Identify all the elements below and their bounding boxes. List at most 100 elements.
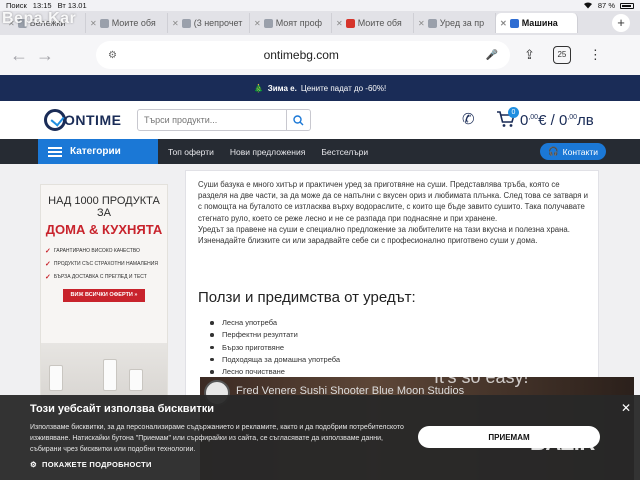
- check-icon: ✓: [45, 248, 51, 255]
- benefit-item: Бързо приготвяне: [210, 342, 340, 354]
- side-banner[interactable]: НАД 1000 ПРОДУКТА ЗА ДОМА & КУХНЯТА ✓ ГАР…: [40, 184, 168, 404]
- url-text: ontimebg.com: [263, 48, 339, 62]
- banner-item-text: ГАРАНТИРАНО ВИСОКО КАЧЕСТВО: [53, 248, 140, 254]
- logo-text: ONTIME: [64, 112, 122, 128]
- share-icon[interactable]: ⇪: [524, 47, 535, 63]
- cookie-text: Използваме бисквитки, за да персонализир…: [30, 424, 404, 453]
- benefit-item: Подходяща за домашна употреба: [210, 354, 340, 366]
- browser-tab[interactable]: ✕ Моят проф: [250, 13, 332, 33]
- status-bar: Поиск 13:15 Вт 13.01 87 %: [0, 0, 640, 11]
- product-shape: [49, 365, 63, 391]
- tab-label: Уред за пр: [439, 18, 485, 28]
- status-right: 87 %: [583, 1, 634, 11]
- address-row: ← → ⚙ ontimebg.com 🎤 ⇪ 25 ⋮: [0, 35, 640, 75]
- status-date: Вт 13.01: [57, 1, 87, 10]
- browser-tab[interactable]: ✕ Моите обя: [332, 13, 414, 33]
- favicon-icon: [181, 18, 191, 28]
- tab-label: Моят проф: [275, 18, 323, 28]
- cart-lv-dec: ,00: [567, 114, 578, 121]
- battery-percent: 87 %: [597, 1, 615, 10]
- nav-link-bestsellers[interactable]: Бестселъри: [321, 147, 368, 157]
- view-all-offers-button[interactable]: ВИЖ ВСИЧКИ ОФЕРТИ »: [63, 289, 145, 302]
- microphone-icon[interactable]: 🎤: [486, 50, 498, 61]
- cookie-title: Този уебсайт използва бисквитки: [30, 403, 214, 415]
- url-field[interactable]: ⚙ ontimebg.com 🎤: [96, 41, 510, 69]
- logo-clock-icon: [44, 109, 66, 131]
- close-icon[interactable]: ✕: [418, 19, 425, 28]
- browser-tab-active[interactable]: ✕ Машина: [496, 13, 578, 33]
- favicon-icon: [427, 18, 437, 28]
- wifi-icon: [583, 1, 593, 11]
- address-actions: ⇪ 25 ⋮: [524, 46, 602, 64]
- cookie-details-label: ПОКАЖЕТЕ ПОДРОБНОСТИ: [42, 460, 152, 469]
- new-tab-button[interactable]: +: [612, 14, 630, 32]
- bazar-logo: BAZ.R: [530, 430, 595, 455]
- description-text: Суши базука е много хитър и практичен ур…: [198, 179, 590, 246]
- status-time: 13:15: [32, 1, 52, 10]
- promo-bar[interactable]: 🎄 Зима е. Цените падат до -60%!: [0, 75, 640, 101]
- tab-label: (3 непрочет: [193, 18, 243, 28]
- contacts-button[interactable]: 🎧 Контакти: [540, 143, 606, 160]
- product-shape: [129, 369, 143, 391]
- cookie-details-link[interactable]: ⚙ ПОКАЖЕТЕ ПОДРОБНОСТИ: [30, 460, 152, 469]
- status-search[interactable]: Поиск: [6, 1, 27, 10]
- search-button[interactable]: [286, 110, 310, 130]
- watermark: Bepa.Kar: [2, 10, 77, 27]
- description-paragraph: Суши базука е много хитър и практичен ур…: [198, 180, 589, 223]
- status-left: Поиск 13:15 Вт 13.01: [6, 1, 87, 10]
- banner-list-item: ✓ БЪРЗА ДОСТАВКА С ПРЕГЛЕД И ТЕСТ: [45, 273, 167, 281]
- video-overlay-text: It's so easy!: [434, 367, 529, 387]
- banner-item-text: БЪРЗА ДОСТАВКА С ПРЕГЛЕД И ТЕСТ: [53, 274, 147, 280]
- banner-line1: НАД 1000 ПРОДУКТА ЗА: [48, 195, 160, 219]
- cart-eur-dec: ,00: [528, 114, 539, 121]
- nav-link-new[interactable]: Нови предложения: [230, 147, 305, 157]
- banner-list-item: ✓ ГАРАНТИРАНО ВИСОКО КАЧЕСТВО: [45, 247, 167, 255]
- banner-line2: ДОМА & КУХНЯТА: [45, 222, 163, 237]
- browser-tab[interactable]: ✕ Моите обя: [86, 13, 168, 33]
- check-icon: ✓: [45, 261, 51, 268]
- tab-label: Машина: [521, 18, 558, 28]
- back-arrow-icon[interactable]: ←: [10, 45, 36, 66]
- hamburger-icon: [48, 146, 62, 157]
- browser-tab[interactable]: ✕ Уред за пр: [414, 13, 496, 33]
- tab-label: Моите обя: [111, 18, 156, 28]
- benefit-item: Лесна употреба: [210, 317, 340, 329]
- banner-list: ✓ ГАРАНТИРАНО ВИСОКО КАЧЕСТВО ✓ ПРОДУКТИ С…: [41, 247, 167, 281]
- favicon-icon: [99, 18, 109, 28]
- benefits-list: Лесна употреба Перфектни резултати Бързо…: [210, 317, 340, 378]
- close-icon[interactable]: ✕: [336, 19, 343, 28]
- close-icon[interactable]: ✕: [254, 19, 261, 28]
- search-icon: [293, 114, 304, 125]
- phone-icon[interactable]: ✆: [462, 110, 475, 128]
- forward-arrow-icon[interactable]: →: [36, 45, 62, 66]
- search-input[interactable]: [138, 115, 286, 125]
- browser-tab[interactable]: ✕ (3 непрочет: [168, 13, 250, 33]
- tab-label: Моите обя: [357, 18, 402, 28]
- site-settings-icon[interactable]: ⚙: [108, 50, 117, 61]
- favicon-icon: [345, 18, 355, 28]
- product-shape: [103, 359, 117, 391]
- contacts-label: Контакти: [562, 146, 598, 157]
- site-logo[interactable]: ONTIME: [44, 109, 121, 131]
- description-paragraph: Уредът за правене на суши е специално пр…: [198, 224, 570, 246]
- categories-button[interactable]: Категории: [38, 139, 158, 164]
- cart-count-badge: 0: [508, 107, 519, 118]
- menu-icon[interactable]: ⋮: [589, 47, 602, 63]
- site-header: ONTIME ✆ 0 0,00€ / 0,00лв: [0, 101, 640, 139]
- benefit-item: Перфектни резултати: [210, 329, 340, 341]
- banner-item-text: ПРОДУКТИ СЪС СТРАХОТНИ НАМАЛЕНИЯ: [53, 261, 158, 267]
- tab-strip: ✕ Бележки ✕ Моите обя ✕ (3 непрочет ✕ Мо…: [0, 11, 640, 35]
- cart-eur-cur: € /: [538, 112, 559, 129]
- cart-total[interactable]: 0,00€ / 0,00лв: [520, 112, 594, 129]
- main-nav: Категории Топ оферти Нови предложения Бе…: [0, 139, 640, 164]
- close-icon[interactable]: ✕: [90, 19, 97, 28]
- promo-bold: Зима е.: [267, 83, 297, 93]
- close-icon[interactable]: ✕: [621, 401, 631, 415]
- close-icon[interactable]: ✕: [500, 19, 507, 28]
- benefits-heading: Ползи и предимства от уредът:: [198, 289, 416, 306]
- close-icon[interactable]: ✕: [172, 19, 179, 28]
- favicon-icon: [509, 18, 519, 28]
- tab-count-button[interactable]: 25: [552, 46, 571, 64]
- nav-link-top-offers[interactable]: Топ оферти: [168, 147, 214, 157]
- banner-product-image: [41, 343, 167, 403]
